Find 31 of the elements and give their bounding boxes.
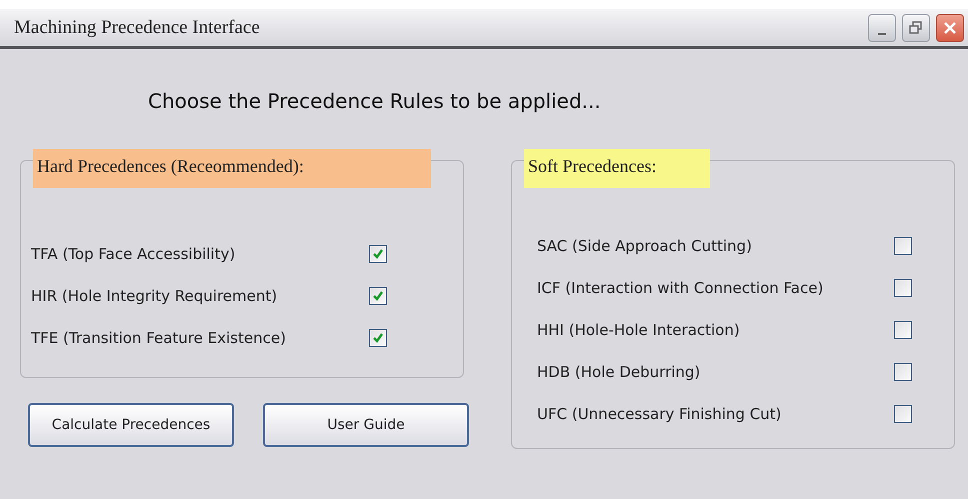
rule-label: UFC (Unnecessary Finishing Cut) [537,405,782,423]
group-legend: Soft Precedences: [524,149,710,188]
minimize-button[interactable] [868,14,896,42]
heading: Choose the Precedence Rules to be applied... [148,89,602,115]
minimize-icon [878,32,886,34]
check-icon [372,290,384,302]
rule-label: HIR (Hole Integrity Requirement) [31,287,278,305]
rule-label: SAC (Side Approach Cutting) [537,237,752,255]
checkbox[interactable] [369,329,387,347]
group-legend: Hard Precedences (Receommended): [33,149,431,188]
restore-button[interactable] [902,14,930,42]
checkbox[interactable] [369,287,387,305]
checkbox[interactable] [894,363,912,381]
checkbox[interactable] [894,279,912,297]
rule-label: HDB (Hole Deburring) [537,363,700,381]
action-button[interactable]: Calculate Precedences [28,403,234,447]
rule-label: TFE (Transition Feature Existence) [31,329,286,347]
rule-label: TFA (Top Face Accessibility) [31,245,236,263]
close-icon [942,20,958,36]
rule-label: ICF (Interaction with Connection Face) [537,279,824,297]
restore-icon [909,20,923,34]
checkbox[interactable] [894,237,912,255]
check-icon [372,332,384,344]
checkbox[interactable] [894,321,912,339]
checkbox[interactable] [894,405,912,423]
close-button[interactable] [936,14,964,42]
check-icon [372,248,384,260]
window-title: Machining Precedence Interface [14,16,261,38]
action-button[interactable]: User Guide [263,403,469,447]
rule-label: HHI (Hole-Hole Interaction) [537,321,740,339]
checkbox[interactable] [369,245,387,263]
